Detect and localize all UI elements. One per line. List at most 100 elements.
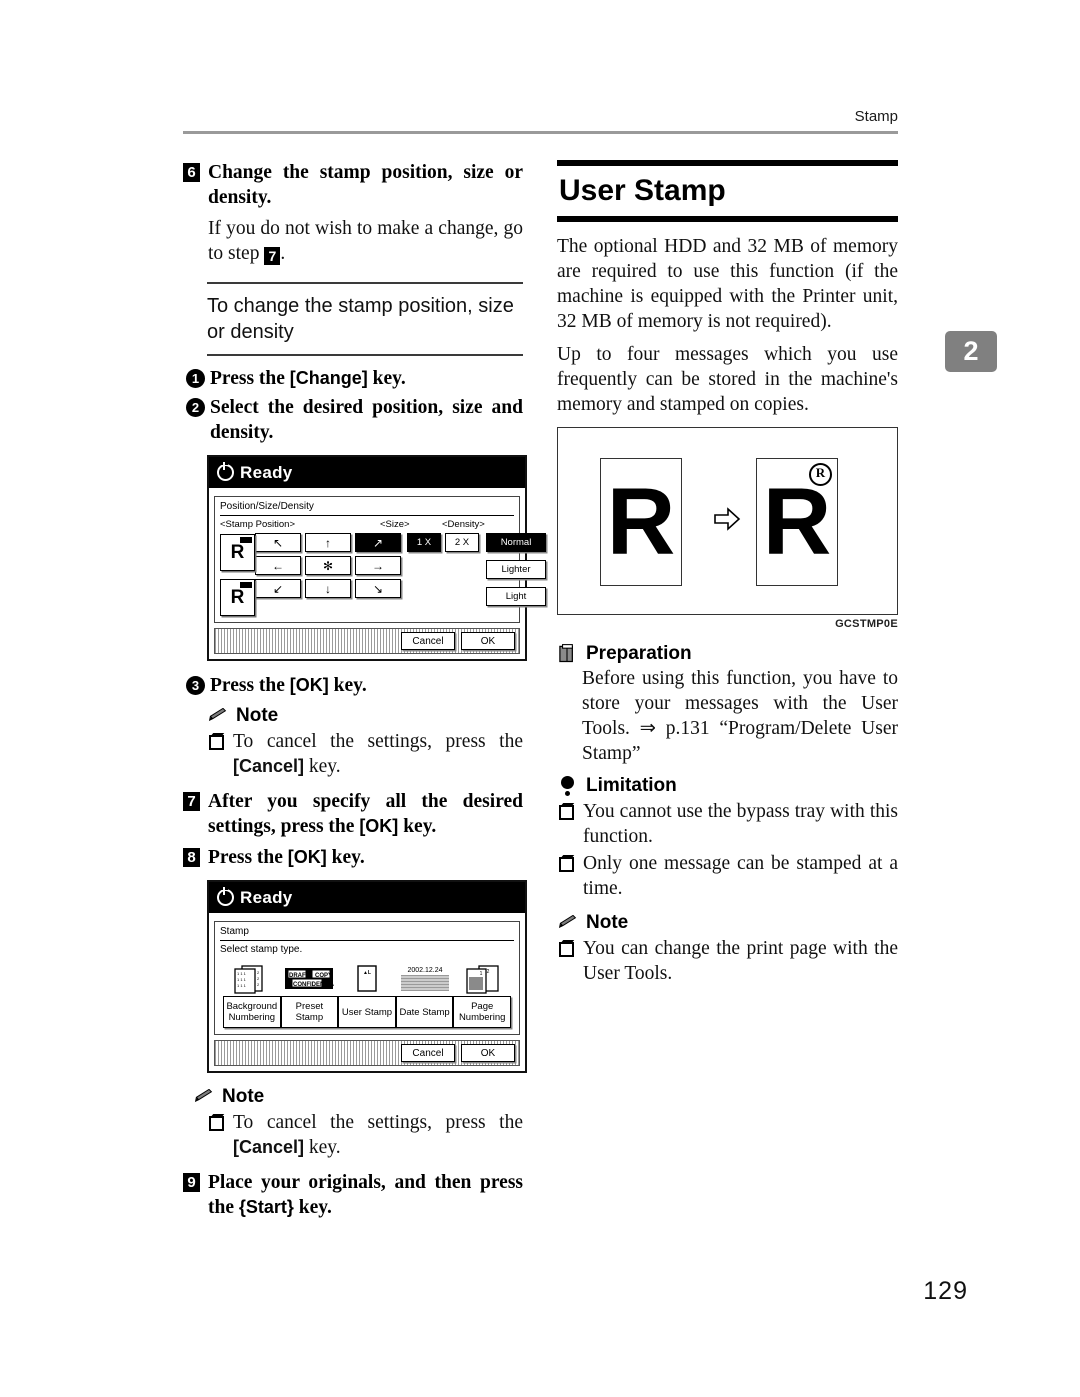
svg-text:1: 1 <box>480 971 483 977</box>
svg-text:2: 2 <box>487 969 490 975</box>
lcd2-cancel-button[interactable]: Cancel <box>401 1044 455 1062</box>
note-1-bullet-pre: To cancel the settings, press the <box>233 731 523 752</box>
subsection-title: To change the stamp position, size or de… <box>207 295 514 343</box>
page-number: 129 <box>923 1277 968 1305</box>
size-group: 1 X 2 X <box>401 533 479 552</box>
icon-cell-date-stamp: 2002.12.24 <box>397 962 453 994</box>
icon-cell-page-numbering: 2 1 <box>455 962 511 994</box>
svg-text:1 1 1: 1 1 1 <box>237 977 247 982</box>
position-middle-left-button[interactable]: ← <box>255 556 301 575</box>
limitation-heading: Limitation <box>557 774 898 798</box>
lcd-footer-bar: Cancel OK <box>214 628 520 654</box>
section-heading: User Stamp <box>557 160 898 222</box>
step-8: 8 Press the [OK] key. <box>183 845 523 870</box>
lcd2-body: Stamp Select stamp type. 1 1 11 1 11 1 1 <box>209 913 525 1066</box>
section-title: User Stamp <box>559 174 726 207</box>
figure-original-page: R <box>600 458 682 586</box>
note-1-bullet-key: [Cancel] <box>233 756 305 776</box>
position-top-left-button[interactable]: ↖ <box>255 533 301 552</box>
density-group: Normal Lighter Light <box>479 533 546 606</box>
limitation-bullet-1-text: You cannot use the bypass tray with this… <box>583 801 898 847</box>
lcd-cancel-button[interactable]: Cancel <box>401 632 455 650</box>
preparation-callout: Preparation Before using this function, … <box>557 642 898 766</box>
lcd-body: Position/Size/Density <Stamp Position> <… <box>209 488 546 654</box>
subsection-rule-bottom <box>207 354 523 356</box>
note-3-heading: Note <box>557 911 898 935</box>
page-numbering-button[interactable]: Page Numbering <box>453 996 511 1028</box>
substep-3-post: key. <box>328 675 367 696</box>
preparation-label: Preparation <box>586 643 692 664</box>
limitation-icon <box>557 776 579 796</box>
section-rule-bottom <box>557 216 898 222</box>
size-1x-button[interactable]: 1 X <box>407 533 441 552</box>
stamp-type-button-row: Background Numbering Preset Stamp User S… <box>220 994 514 1028</box>
step-6-text: Change the stamp position, size or densi… <box>208 162 523 208</box>
icon-cell-background-numbering: 1 1 11 1 11 1 1 222 <box>223 962 279 994</box>
note-3-bullet-1-text: You can change the print page with the U… <box>583 938 898 984</box>
substep-2: 2 Select the desired position, size and … <box>183 395 523 445</box>
pencil-icon <box>207 706 229 726</box>
chapter-tab: 2 <box>945 331 997 372</box>
svg-text:DRAFT: DRAFT <box>289 973 310 979</box>
svg-text:CONFIDENTIAL: CONFIDENTIAL <box>293 982 334 988</box>
substep-1: 1 Press the [Change] key. <box>183 366 523 391</box>
position-bottom-right-button[interactable]: ↘ <box>355 579 401 598</box>
background-numbering-button[interactable]: Background Numbering <box>223 996 281 1028</box>
svg-text:▲L: ▲L <box>363 970 371 976</box>
lcd-screen-title: Position/Size/Density <box>220 501 314 512</box>
note-1-heading: Note <box>207 704 523 728</box>
preview-letter-bottom: R <box>230 587 245 608</box>
step-8-number: 8 <box>183 848 200 867</box>
note-1-bullet: To cancel the settings, press the [Cance… <box>207 729 523 779</box>
position-top-right-button[interactable]: ↗ <box>355 533 401 552</box>
label-density: <Density> <box>442 519 485 530</box>
date-stamp-button[interactable]: Date Stamp <box>395 996 454 1028</box>
preparation-heading: Preparation <box>557 642 898 666</box>
lcd2-title-bar: Ready <box>209 882 525 913</box>
user-stamp-button[interactable]: User Stamp <box>338 996 396 1028</box>
lcd-group-labels: <Stamp Position> <Size> <Density> <box>220 519 514 530</box>
icon-cell-user-stamp: ▲L <box>339 962 395 994</box>
lcd2-ok-button[interactable]: OK <box>461 1044 515 1062</box>
size-2x-button[interactable]: 2 X <box>445 533 479 552</box>
note-callout-3: Note You can change the print page with … <box>557 911 898 986</box>
figure-caption: GCSTMP0E <box>835 618 898 630</box>
intro-paragraph-2: Up to four messages which you use freque… <box>557 344 898 415</box>
pencil-icon-3 <box>557 913 579 933</box>
note-2-label: Note <box>222 1086 265 1107</box>
lcd2-footer-bar: Cancel OK <box>214 1040 520 1066</box>
stamp-position-grid: ↖ ↑ ↗ ← ✻ → ↙ ↓ ↘ <box>255 533 401 598</box>
bullet-square-icon-3 <box>559 805 574 820</box>
lcd-ok-button[interactable]: OK <box>461 632 515 650</box>
step-6: 6 Change the stamp position, size or den… <box>183 160 523 210</box>
substep-3-pre: Press the <box>210 675 290 696</box>
step-7: 7 After you specify all the desired sett… <box>183 789 523 839</box>
limitation-bullet-1: You cannot use the bypass tray with this… <box>557 799 898 849</box>
preset-stamp-button[interactable]: Preset Stamp <box>280 996 339 1028</box>
page-numbering-label-2: Numbering <box>458 1012 506 1023</box>
preview-letter-top: R <box>230 542 245 563</box>
figure-arrow-icon <box>713 506 741 532</box>
bullet-square-icon-2 <box>209 1116 224 1131</box>
limitation-label: Limitation <box>586 775 677 796</box>
position-middle-right-button[interactable]: → <box>355 556 401 575</box>
background-numbering-icon: 1 1 11 1 11 1 1 222 <box>233 962 269 994</box>
label-size: <Size> <box>380 519 410 530</box>
step-9: 9 Place your originals, and then press t… <box>183 1170 523 1220</box>
left-column: 6 Change the stamp position, size or den… <box>183 160 546 1226</box>
note-callout-2: Note To cancel the settings, press the [… <box>193 1085 523 1160</box>
stamp-preview-group: R R <box>220 533 255 616</box>
substep-1-key: [Change] <box>289 368 368 388</box>
lcd-inner-frame: Position/Size/Density <Stamp Position> <… <box>214 496 546 623</box>
substep-1-post: key. <box>367 368 406 389</box>
note-2-bullet-key: [Cancel] <box>233 1137 305 1157</box>
position-top-center-button[interactable]: ↑ <box>305 533 351 552</box>
density-light-button[interactable]: Light <box>486 587 546 606</box>
density-normal-button[interactable]: Normal <box>486 533 546 552</box>
position-bottom-left-button[interactable]: ↙ <box>255 579 301 598</box>
right-column: User Stamp The optional HDD and 32 MB of… <box>557 160 898 990</box>
position-bottom-center-button[interactable]: ↓ <box>305 579 351 598</box>
lcd-position-size-density: Ready Position/Size/Density <Stamp Posit… <box>207 455 546 661</box>
position-center-button[interactable]: ✻ <box>305 556 351 575</box>
density-lighter-button[interactable]: Lighter <box>486 560 546 579</box>
